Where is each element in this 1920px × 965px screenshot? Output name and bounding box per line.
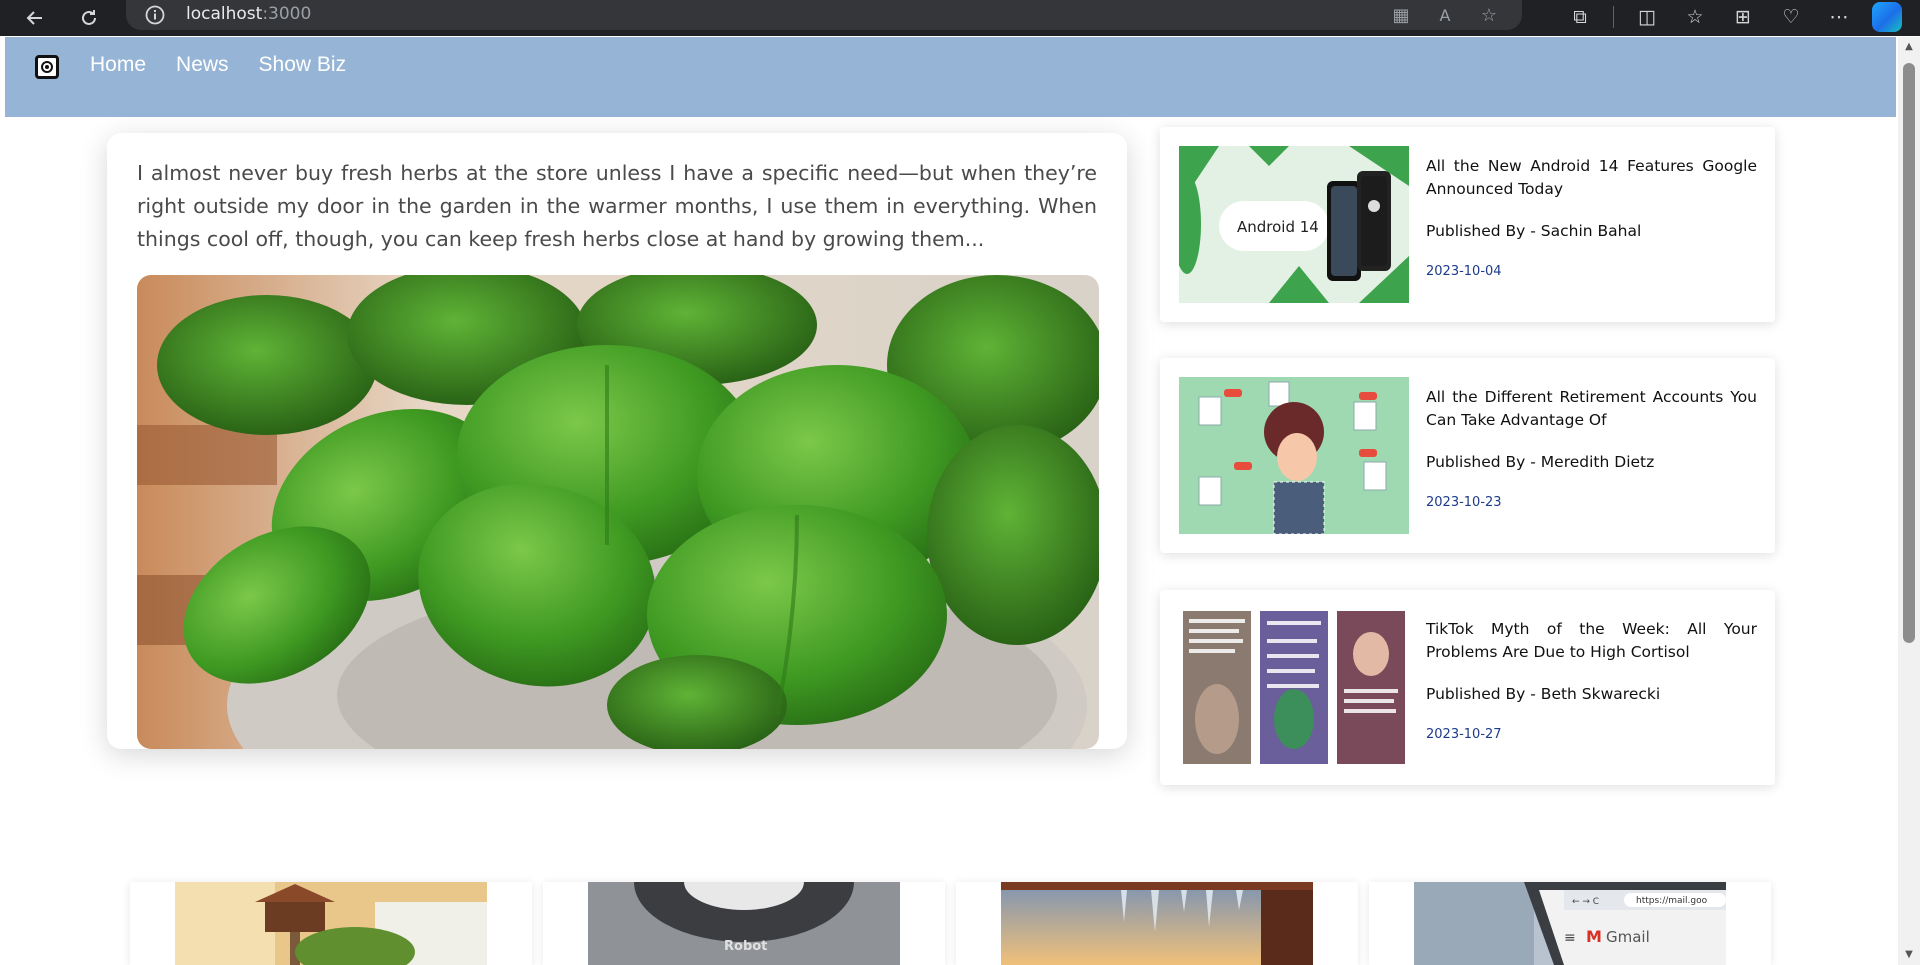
address-bar[interactable]: localhost:3000 ▦ A ☆ xyxy=(126,0,1522,30)
article-title[interactable]: All the Different Retirement Accounts Yo… xyxy=(1426,386,1757,432)
app-available-icon[interactable]: ▦ xyxy=(1388,2,1414,28)
article-title[interactable]: All the New Android 14 Features Google A… xyxy=(1426,155,1757,201)
more-menu-icon[interactable]: ⋯ xyxy=(1824,2,1854,32)
browser-essentials-icon[interactable]: ♡ xyxy=(1776,2,1806,32)
bottom-thumbnail[interactable] xyxy=(1001,882,1313,965)
nav-news-link[interactable]: News xyxy=(176,53,229,77)
side-article-card[interactable]: Android 14 All the New Android 14 Featur… xyxy=(1160,127,1775,322)
article-thumbnail[interactable]: Android 14 xyxy=(1179,146,1409,303)
site-info-icon[interactable] xyxy=(144,4,166,30)
bottom-article-card[interactable] xyxy=(956,882,1358,965)
nav-links: Home News Show Biz xyxy=(90,53,346,77)
article-thumbnail[interactable] xyxy=(1179,377,1409,534)
svg-text:M: M xyxy=(1586,927,1602,946)
reload-icon[interactable] xyxy=(74,3,104,33)
featured-image[interactable] xyxy=(137,275,1099,749)
url-port: :3000 xyxy=(262,4,312,24)
copilot-icon[interactable] xyxy=(1872,2,1902,32)
nav-showbiz-link[interactable]: Show Biz xyxy=(259,53,347,77)
gmail-url-text: https://mail.goo xyxy=(1636,896,1708,906)
site-navbar: Home News Show Biz xyxy=(5,37,1896,117)
scrollbar-thumb[interactable] xyxy=(1903,63,1915,643)
featured-article-card[interactable]: I almost never buy fresh herbs at the st… xyxy=(107,133,1127,749)
browser-chrome: localhost:3000 ▦ A ☆ ⧉ ◫ ☆ ⊞ ♡ ⋯ xyxy=(0,0,1920,36)
collections-icon[interactable]: ⊞ xyxy=(1728,2,1758,32)
article-date: 2023-10-27 xyxy=(1426,727,1502,742)
scroll-up-arrow-icon[interactable]: ▲ xyxy=(1903,41,1915,53)
featured-excerpt: I almost never buy fresh herbs at the st… xyxy=(137,161,1097,251)
article-date: 2023-10-23 xyxy=(1426,495,1502,510)
bottom-article-card[interactable]: Robot xyxy=(543,882,945,965)
bottom-article-card[interactable] xyxy=(130,882,532,965)
article-date: 2023-10-04 xyxy=(1426,264,1502,279)
svg-text:≡: ≡ xyxy=(1564,930,1576,946)
article-title[interactable]: TikTok Myth of the Week: All Your Proble… xyxy=(1426,618,1757,664)
read-aloud-icon[interactable]: A xyxy=(1432,2,1458,28)
split-screen-icon[interactable]: ◫ xyxy=(1632,2,1662,32)
bottom-thumbnail[interactable]: Robot xyxy=(588,882,900,965)
bottom-thumbnail[interactable]: ← → C https://mail.goo ≡ M Gmail xyxy=(1414,882,1726,965)
bottom-thumbnail[interactable] xyxy=(175,882,487,965)
url-text[interactable]: localhost:3000 xyxy=(186,4,311,24)
side-article-card[interactable]: All the Different Retirement Accounts Yo… xyxy=(1160,358,1775,553)
back-arrow-icon[interactable] xyxy=(20,3,50,33)
article-author: Published By - Meredith Dietz xyxy=(1426,453,1655,471)
article-author: Published By - Beth Skwarecki xyxy=(1426,685,1661,703)
favorites-icon[interactable]: ☆ xyxy=(1680,2,1710,32)
favorite-star-icon[interactable]: ☆ xyxy=(1476,2,1502,28)
robot-thumb-text: Robot xyxy=(724,939,767,954)
site-logo-icon[interactable] xyxy=(35,55,59,79)
article-author: Published By - Sachin Bahal xyxy=(1426,222,1642,240)
android-thumb-text: Android 14 xyxy=(1237,218,1319,236)
url-host: localhost xyxy=(186,4,263,24)
toolbar-divider xyxy=(1613,6,1614,28)
nav-home-link[interactable]: Home xyxy=(90,53,146,77)
extensions-icon[interactable]: ⧉ xyxy=(1565,2,1595,32)
scroll-down-arrow-icon[interactable]: ▼ xyxy=(1903,949,1915,961)
gmail-thumb-text: Gmail xyxy=(1606,928,1650,946)
bottom-article-card[interactable]: ← → C https://mail.goo ≡ M Gmail xyxy=(1369,882,1771,965)
article-thumbnail[interactable] xyxy=(1179,609,1409,766)
svg-text:← → C: ← → C xyxy=(1572,897,1599,907)
side-article-card[interactable]: TikTok Myth of the Week: All Your Proble… xyxy=(1160,590,1775,785)
page-scrollbar[interactable]: ▲ ▼ xyxy=(1898,37,1920,965)
